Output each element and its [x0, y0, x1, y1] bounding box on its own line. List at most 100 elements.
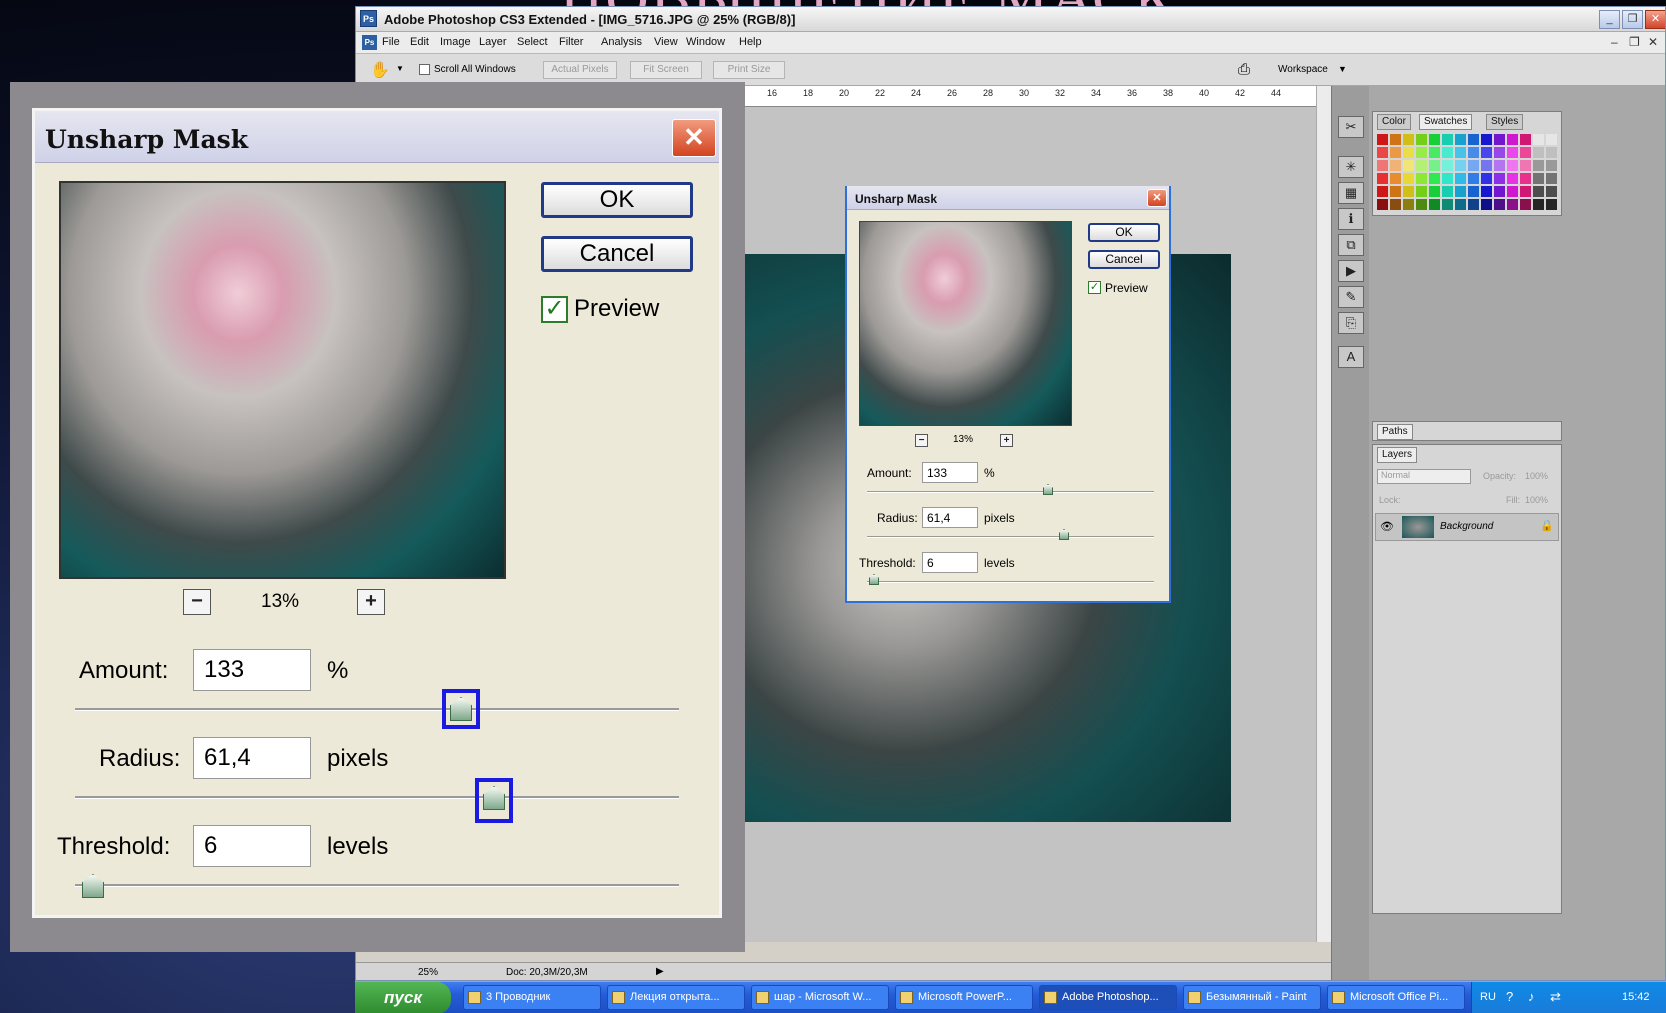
swatch[interactable] — [1429, 199, 1440, 210]
menu-view[interactable]: View — [654, 36, 678, 48]
swatch[interactable] — [1481, 160, 1492, 171]
swatch[interactable] — [1377, 199, 1388, 210]
swatch[interactable] — [1403, 147, 1414, 158]
preview-checkbox[interactable]: ✓ — [541, 296, 568, 323]
navigator-icon[interactable]: ✳ — [1338, 156, 1364, 178]
swatch[interactable] — [1429, 160, 1440, 171]
swatch[interactable] — [1416, 134, 1427, 145]
swatch[interactable] — [1533, 134, 1544, 145]
fit-screen-button[interactable]: Fit Screen — [630, 61, 702, 79]
swatch[interactable] — [1520, 199, 1531, 210]
swatch[interactable] — [1377, 134, 1388, 145]
threshold-slider-track[interactable] — [75, 884, 679, 887]
swatch[interactable] — [1494, 160, 1505, 171]
histogram-icon[interactable]: ▦ — [1338, 182, 1364, 204]
restore-icon[interactable]: ❐ — [1622, 10, 1643, 29]
cancel-button[interactable]: Cancel — [1088, 250, 1160, 269]
brushes-icon[interactable]: ✎ — [1338, 286, 1364, 308]
swatch[interactable] — [1481, 186, 1492, 197]
swatch[interactable] — [1455, 199, 1466, 210]
bridge-icon[interactable]: ⎙ — [1238, 61, 1250, 78]
clone-source-icon[interactable]: ⎘ — [1338, 312, 1364, 334]
actual-pixels-button[interactable]: Actual Pixels — [543, 61, 617, 79]
visibility-eye-icon[interactable]: 👁 — [1380, 520, 1394, 533]
cancel-button[interactable]: Cancel — [541, 236, 693, 272]
swatch[interactable] — [1442, 147, 1453, 158]
swatch[interactable] — [1468, 199, 1479, 210]
swatch[interactable] — [1442, 160, 1453, 171]
minimize-icon[interactable]: _ — [1599, 10, 1620, 29]
network-icon[interactable]: ⇄ — [1550, 989, 1561, 1005]
character-icon[interactable]: A — [1338, 346, 1364, 368]
swatch[interactable] — [1533, 186, 1544, 197]
amount-slider-track[interactable] — [867, 491, 1154, 493]
swatch[interactable] — [1520, 186, 1531, 197]
swatch[interactable] — [1442, 199, 1453, 210]
scroll-all-windows-checkbox[interactable] — [419, 64, 430, 75]
close-icon[interactable]: ✕ — [1147, 189, 1167, 207]
swatch[interactable] — [1403, 134, 1414, 145]
swatch[interactable] — [1442, 173, 1453, 184]
swatch[interactable] — [1533, 199, 1544, 210]
radius-slider-track[interactable] — [867, 536, 1154, 538]
ok-button[interactable]: OK — [541, 182, 693, 218]
swatch[interactable] — [1546, 134, 1557, 145]
help-icon[interactable]: ? — [1506, 989, 1513, 1004]
swatch[interactable] — [1481, 199, 1492, 210]
doc-minimize-icon[interactable]: – — [1611, 35, 1618, 49]
swatch[interactable] — [1546, 186, 1557, 197]
ok-button[interactable]: OK — [1088, 223, 1160, 242]
swatch[interactable] — [1429, 186, 1440, 197]
zoom-out-icon[interactable]: − — [183, 589, 211, 615]
swatch[interactable] — [1455, 186, 1466, 197]
menu-analysis[interactable]: Analysis — [601, 36, 642, 48]
task-explorer[interactable]: 3 Проводник — [463, 985, 601, 1010]
zoom-in-icon[interactable]: + — [1000, 434, 1013, 447]
task-lecture[interactable]: Лекция открыта... — [607, 985, 745, 1010]
threshold-slider-track[interactable] — [867, 581, 1154, 583]
swatch[interactable] — [1455, 160, 1466, 171]
threshold-input[interactable]: 6 — [922, 552, 978, 573]
swatch[interactable] — [1481, 134, 1492, 145]
swatch[interactable] — [1546, 173, 1557, 184]
swatch[interactable] — [1390, 134, 1401, 145]
swatch[interactable] — [1533, 147, 1544, 158]
swatch[interactable] — [1468, 173, 1479, 184]
swatch[interactable] — [1377, 186, 1388, 197]
hand-tool-icon[interactable]: ✋ — [370, 60, 390, 80]
swatch[interactable] — [1520, 134, 1531, 145]
doc-restore-icon[interactable]: ❐ — [1629, 35, 1640, 49]
menu-window[interactable]: Window — [686, 36, 725, 48]
swatch[interactable] — [1507, 160, 1518, 171]
tab-layers[interactable]: Layers — [1377, 447, 1418, 463]
swatch[interactable] — [1494, 186, 1505, 197]
play-icon[interactable]: ▶ — [656, 966, 664, 977]
swatch[interactable] — [1520, 147, 1531, 158]
swatch[interactable] — [1377, 160, 1388, 171]
start-button[interactable]: пуск — [355, 982, 451, 1013]
amount-input[interactable]: 133 — [193, 649, 311, 691]
swatch[interactable] — [1429, 134, 1440, 145]
opacity-field[interactable]: 100% — [1525, 471, 1548, 481]
swatch[interactable] — [1416, 186, 1427, 197]
swatch[interactable] — [1546, 147, 1557, 158]
menu-edit[interactable]: Edit — [410, 36, 429, 48]
swatch[interactable] — [1429, 173, 1440, 184]
tab-color[interactable]: Color — [1377, 114, 1411, 130]
threshold-slider-thumb[interactable] — [869, 574, 879, 585]
swatch[interactable] — [1494, 147, 1505, 158]
threshold-input[interactable]: 6 — [193, 825, 311, 867]
task-powerpoint[interactable]: Microsoft PowerP... — [895, 985, 1033, 1010]
menu-help[interactable]: Help — [739, 36, 762, 48]
preview-checkbox[interactable]: ✓ — [1088, 281, 1101, 294]
tools-icon[interactable]: ✂ — [1338, 116, 1364, 138]
menu-filter[interactable]: Filter — [559, 36, 583, 48]
swatch[interactable] — [1494, 173, 1505, 184]
history-icon[interactable]: ⧉ — [1338, 234, 1364, 256]
chevron-down-icon[interactable]: ▼ — [396, 64, 404, 73]
radius-input[interactable]: 61,4 — [193, 737, 311, 779]
swatch[interactable] — [1468, 147, 1479, 158]
swatch[interactable] — [1377, 147, 1388, 158]
swatch[interactable] — [1494, 134, 1505, 145]
print-size-button[interactable]: Print Size — [713, 61, 785, 79]
